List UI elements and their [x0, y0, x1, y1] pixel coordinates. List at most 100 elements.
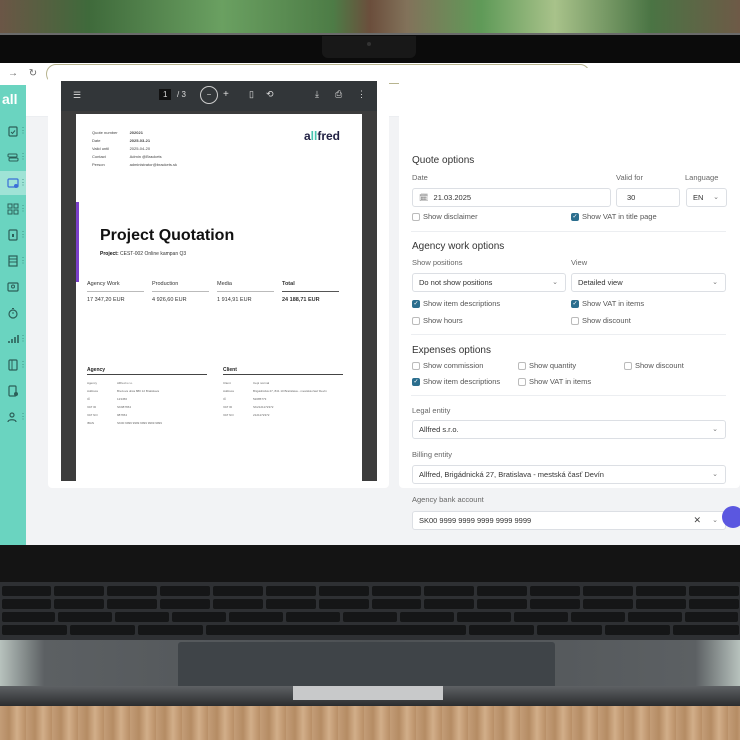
meta-key: Valid until [92, 146, 110, 151]
sidebar-more-icon[interactable]: ⋮ [19, 152, 27, 162]
more-options-icon[interactable]: ⋮ [357, 89, 366, 100]
legal-entity-select[interactable]: Allfred s.r.o. ⌄ [412, 420, 726, 439]
legal-entity-label: Legal entity [412, 406, 451, 415]
aw-discount-checkbox[interactable]: Show discount [571, 316, 631, 325]
valid-for-field[interactable]: 30 [616, 188, 680, 207]
camera-notch [322, 36, 416, 58]
budget-card-icon [7, 178, 19, 188]
divider [411, 334, 726, 335]
sidebar-more-icon[interactable]: ⋮ [19, 334, 27, 344]
agency-row: Agency Allfred s.r.o. [87, 379, 207, 387]
row-key: IČ [223, 397, 226, 401]
checkbox[interactable] [571, 316, 579, 325]
ex-item-descriptions-checkbox[interactable]: ✓ Show item descriptions [412, 377, 500, 386]
expenses-options-title: Expenses options [412, 345, 491, 356]
aw-hours-checkbox[interactable]: Show hours [412, 316, 463, 325]
sidebar-more-icon[interactable]: ⋮ [19, 412, 27, 422]
ex-quantity-checkbox[interactable]: Show quantity [518, 361, 576, 370]
row-value: 52085773 [253, 397, 267, 401]
rotate-icon[interactable]: ⟲ [266, 89, 274, 100]
clear-icon[interactable]: ✕ [693, 515, 701, 526]
ex-commission-checkbox[interactable]: Show commission [412, 361, 483, 370]
divider [411, 231, 726, 232]
client-row: Address Brigádnická 27, 841 10 Bratislava… [223, 387, 343, 395]
total-value: 1 914,91 EUR [217, 297, 252, 303]
sidebar-more-icon[interactable]: ⋮ [19, 230, 27, 240]
ex-vat-items-checkbox[interactable]: Show VAT in items [518, 377, 591, 386]
row-key: VAT NO [223, 413, 234, 417]
reload-icon[interactable]: ↻ [26, 68, 40, 79]
checkbox-label: Show hours [423, 316, 463, 325]
sidebar-item-timesheets[interactable] [0, 301, 26, 325]
checkbox[interactable]: ✓ [412, 299, 420, 308]
logo-part: a [303, 129, 311, 143]
ex-discount-checkbox[interactable]: Show discount [624, 361, 684, 370]
menu-icon[interactable]: ☰ [73, 90, 81, 101]
page-number-input[interactable]: 1 [159, 89, 172, 100]
billing-entity-select[interactable]: Allfred, Brigádnická 27, Bratislava - me… [412, 465, 726, 484]
aw-vat-items-checkbox[interactable]: ✓ Show VAT in items [571, 299, 644, 308]
sidebar-item-contacts[interactable] [0, 275, 26, 299]
logo-part: fred [317, 129, 340, 143]
checkbox[interactable] [624, 361, 632, 370]
checkbox[interactable] [412, 212, 420, 221]
checkbox[interactable]: ✓ [571, 299, 579, 308]
row-value: Brigádnická 27, 841 10 Bratislava - mest… [253, 389, 327, 393]
print-icon[interactable]: ⎙ [335, 89, 342, 100]
checkbox[interactable] [518, 361, 526, 370]
checkbox[interactable] [518, 377, 526, 386]
show-vat-title-checkbox[interactable]: ✓ Show VAT in title page [571, 212, 657, 221]
client-row: VAT ID SK2121172372 [223, 403, 343, 411]
legal-entity-value: Allfred s.r.o. [419, 425, 459, 434]
divider [411, 395, 726, 396]
valid-for-label: Valid for [616, 173, 643, 182]
checkbox-label: Show VAT in items [582, 299, 645, 308]
row-value: SK987654 [117, 405, 132, 409]
checkbox[interactable]: ✓ [412, 377, 420, 386]
pdf-page: Quote number 202021 Date 2025-03-21 Valid … [76, 114, 362, 484]
sidebar-item-documents[interactable] [0, 379, 26, 403]
row-value: 2121172372 [253, 413, 270, 417]
fit-page-icon[interactable]: ▯ [249, 89, 254, 100]
row-value: Allfred s.r.o. [117, 381, 133, 385]
app-logo[interactable]: all [0, 85, 26, 117]
language-select[interactable]: EN ⌄ [686, 188, 727, 207]
project-line: Project: CEST-002 Online kampan Q3 [100, 251, 186, 257]
pdf-toolbar: ☰ 1 / 3 − + ▯ ⟲ ⤓ ⎙ ⋮ [61, 81, 377, 111]
bank-account-label: Agency bank account [412, 495, 484, 504]
view-select[interactable]: Detailed view ⌄ [571, 273, 726, 292]
zoom-in-icon[interactable]: + [223, 89, 229, 100]
aw-item-descriptions-checkbox[interactable]: ✓ Show item descriptions [412, 299, 500, 308]
agency-row: VAT NO 987654 [87, 411, 207, 419]
show-disclaimer-checkbox[interactable]: Show disclaimer [412, 212, 478, 221]
sidebar-more-icon[interactable]: ⋮ [19, 126, 27, 136]
row-key: Address [87, 389, 99, 393]
chevron-down-icon: ⌄ [712, 471, 718, 478]
sidebar-more-icon[interactable]: ⋮ [19, 360, 27, 370]
checkbox[interactable] [412, 316, 420, 325]
bank-account-select[interactable]: SK00 9999 9999 9999 9999 9999 ✕ ⌄ [412, 511, 726, 530]
download-icon[interactable]: ⤓ [315, 89, 319, 100]
meta-value: 2025-04-20 [129, 146, 151, 151]
chat-widget-button[interactable] [722, 506, 740, 528]
show-positions-value: Do not show positions [419, 278, 493, 287]
show-positions-select[interactable]: Do not show positions ⌄ [412, 273, 566, 292]
date-field[interactable]: 🗓︎ 21.03.2025 [412, 188, 611, 207]
zoom-out-icon[interactable]: − [200, 86, 218, 104]
client-block: Client Client Cepi normal Address Brigádni… [223, 367, 343, 419]
users-icon [7, 412, 17, 423]
checkbox[interactable] [412, 361, 420, 370]
forward-icon[interactable]: → [6, 68, 20, 79]
sidebar-more-icon[interactable]: ⋮ [19, 256, 27, 266]
meta-key: Person [92, 162, 105, 167]
checkbox[interactable]: ✓ [571, 212, 579, 221]
sidebar-more-icon[interactable]: ⋮ [19, 178, 27, 188]
show-positions-label: Show positions [412, 258, 463, 267]
row-value: 123456 [117, 397, 128, 401]
checkbox-label: Show VAT in items [529, 377, 592, 386]
chevron-down-icon: ⌄ [552, 279, 558, 286]
row-value: Cepi normal [253, 381, 270, 385]
contact-card-icon [7, 282, 19, 292]
row-key: Address [223, 389, 235, 393]
sidebar-more-icon[interactable]: ⋮ [19, 204, 27, 214]
